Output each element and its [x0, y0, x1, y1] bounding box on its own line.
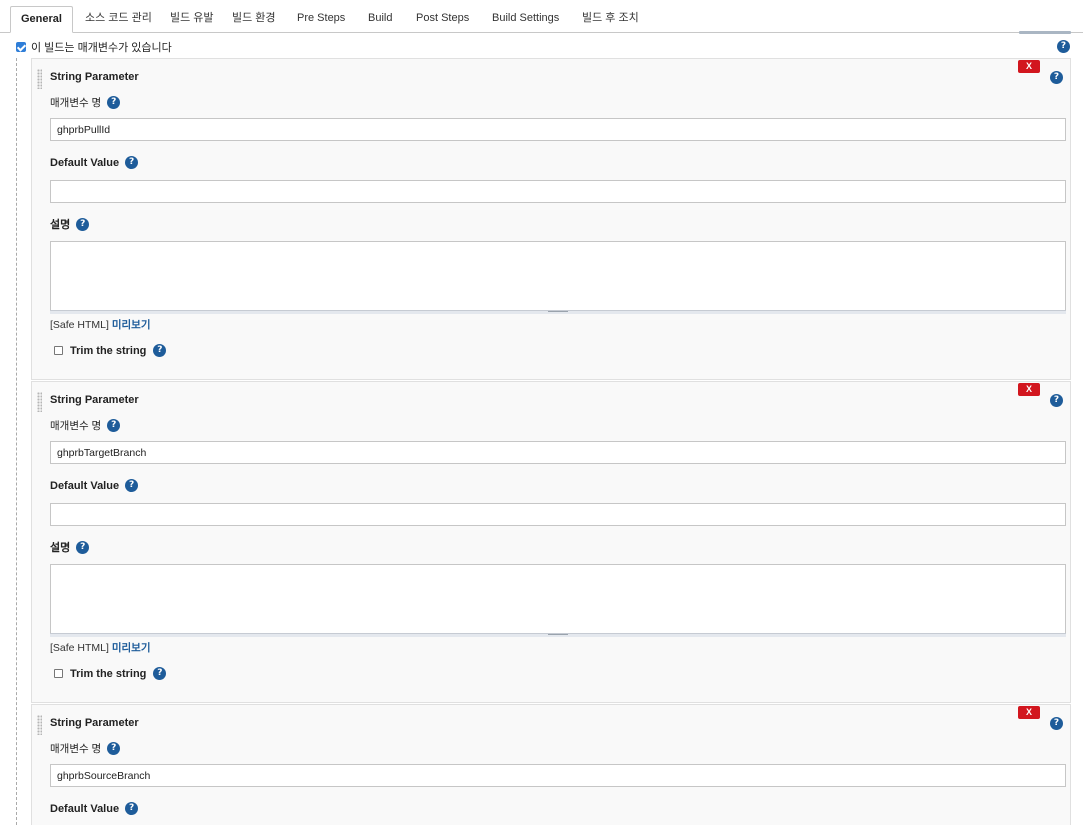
description-label-text: 설명	[50, 219, 71, 231]
name-label-text: 매개변수 명	[50, 743, 102, 755]
help-icon[interactable]: ?	[153, 344, 167, 357]
help-icon[interactable]: ?	[107, 742, 121, 755]
name-input[interactable]	[50, 118, 1066, 141]
help-icon[interactable]: ?	[1057, 40, 1070, 53]
tab-build[interactable]: Build	[358, 6, 402, 33]
tab-build-settings[interactable]: Build Settings	[482, 6, 569, 33]
trim-label: Trim the string	[70, 667, 147, 680]
preview-link[interactable]: 미리보기	[112, 319, 151, 331]
safe-html-label: [Safe HTML]	[50, 642, 109, 654]
default-value-label: Default Value ?	[50, 479, 139, 492]
description-label: 설명 ?	[50, 216, 90, 232]
textarea-resize-handle[interactable]	[50, 633, 1066, 637]
delete-button[interactable]: X	[1018, 60, 1040, 73]
description-label: 설명 ?	[50, 539, 90, 555]
name-label: 매개변수 명 ?	[50, 741, 121, 756]
default-value-label-text: Default Value	[50, 479, 120, 492]
trim-checkbox[interactable]	[54, 669, 63, 678]
description-textarea[interactable]	[50, 241, 1066, 312]
default-value-label: Default Value ?	[50, 156, 139, 169]
parameterized-label: 이 빌드는 매개변수가 있습니다	[31, 42, 172, 54]
help-icon[interactable]: ?	[125, 479, 139, 492]
parameterized-row: 이 빌드는 매개변수가 있습니다	[16, 40, 172, 54]
name-input[interactable]	[50, 764, 1066, 787]
parameter-title: String Parameter	[50, 71, 139, 83]
parameterized-checkbox[interactable]	[16, 42, 26, 52]
delete-button[interactable]: X	[1018, 706, 1040, 719]
help-icon[interactable]: ?	[107, 419, 121, 432]
trim-option: Trim the string ?	[54, 344, 167, 357]
tab-general[interactable]: General	[10, 6, 73, 33]
name-label-text: 매개변수 명	[50, 420, 102, 432]
tab-post-steps[interactable]: Post Steps	[406, 6, 479, 33]
safe-html-note: [Safe HTML] 미리보기	[50, 640, 151, 655]
tab-build-triggers[interactable]: 빌드 유발	[160, 6, 224, 33]
default-value-label-text: Default Value	[50, 802, 120, 815]
default-value-input[interactable]	[50, 180, 1066, 203]
tab-scroll-indicator	[1019, 31, 1071, 34]
textarea-resize-handle[interactable]	[50, 310, 1066, 314]
name-input[interactable]	[50, 441, 1066, 464]
description-textarea[interactable]	[50, 564, 1066, 635]
help-icon[interactable]: ?	[107, 96, 121, 109]
parameter-block: String Parameter X ? 매개변수 명 ? Default Va…	[31, 381, 1071, 703]
help-icon[interactable]: ?	[153, 667, 167, 680]
trim-option: Trim the string ?	[54, 667, 167, 680]
parameter-title: String Parameter	[50, 717, 139, 729]
trim-label: Trim the string	[70, 344, 147, 357]
drag-handle[interactable]	[37, 392, 42, 412]
default-value-input[interactable]	[50, 503, 1066, 526]
name-label-text: 매개변수 명	[50, 97, 102, 109]
parameter-title: String Parameter	[50, 394, 139, 406]
preview-link[interactable]: 미리보기	[112, 642, 151, 654]
name-label: 매개변수 명 ?	[50, 95, 121, 110]
default-value-label: Default Value ?	[50, 802, 139, 815]
drag-handle[interactable]	[37, 69, 42, 89]
description-label-text: 설명	[50, 542, 71, 554]
tab-pre-steps[interactable]: Pre Steps	[287, 6, 355, 33]
parameter-block: String Parameter X ? 매개변수 명 ? Default Va…	[31, 704, 1071, 825]
help-icon[interactable]: ?	[125, 156, 139, 169]
help-icon[interactable]: ?	[76, 217, 90, 231]
help-icon[interactable]: ?	[76, 540, 90, 554]
trim-checkbox[interactable]	[54, 346, 63, 355]
tab-build-environment[interactable]: 빌드 환경	[222, 6, 286, 33]
name-label: 매개변수 명 ?	[50, 418, 121, 433]
drag-handle[interactable]	[37, 715, 42, 735]
default-value-label-text: Default Value	[50, 156, 120, 169]
help-icon[interactable]: ?	[1050, 71, 1063, 84]
tab-bar: General 소스 코드 관리 빌드 유발 빌드 환경 Pre Steps B…	[0, 0, 1083, 34]
help-icon[interactable]: ?	[125, 802, 139, 815]
parameter-block: String Parameter X ? 매개변수 명 ? Default Va…	[31, 58, 1071, 380]
tab-post-build-actions[interactable]: 빌드 후 조치	[572, 6, 649, 33]
tab-source-code[interactable]: 소스 코드 관리	[75, 6, 162, 33]
section-divider	[16, 58, 17, 825]
help-icon[interactable]: ?	[1050, 394, 1063, 407]
safe-html-note: [Safe HTML] 미리보기	[50, 317, 151, 332]
delete-button[interactable]: X	[1018, 383, 1040, 396]
safe-html-label: [Safe HTML]	[50, 319, 109, 331]
help-icon[interactable]: ?	[1050, 717, 1063, 730]
